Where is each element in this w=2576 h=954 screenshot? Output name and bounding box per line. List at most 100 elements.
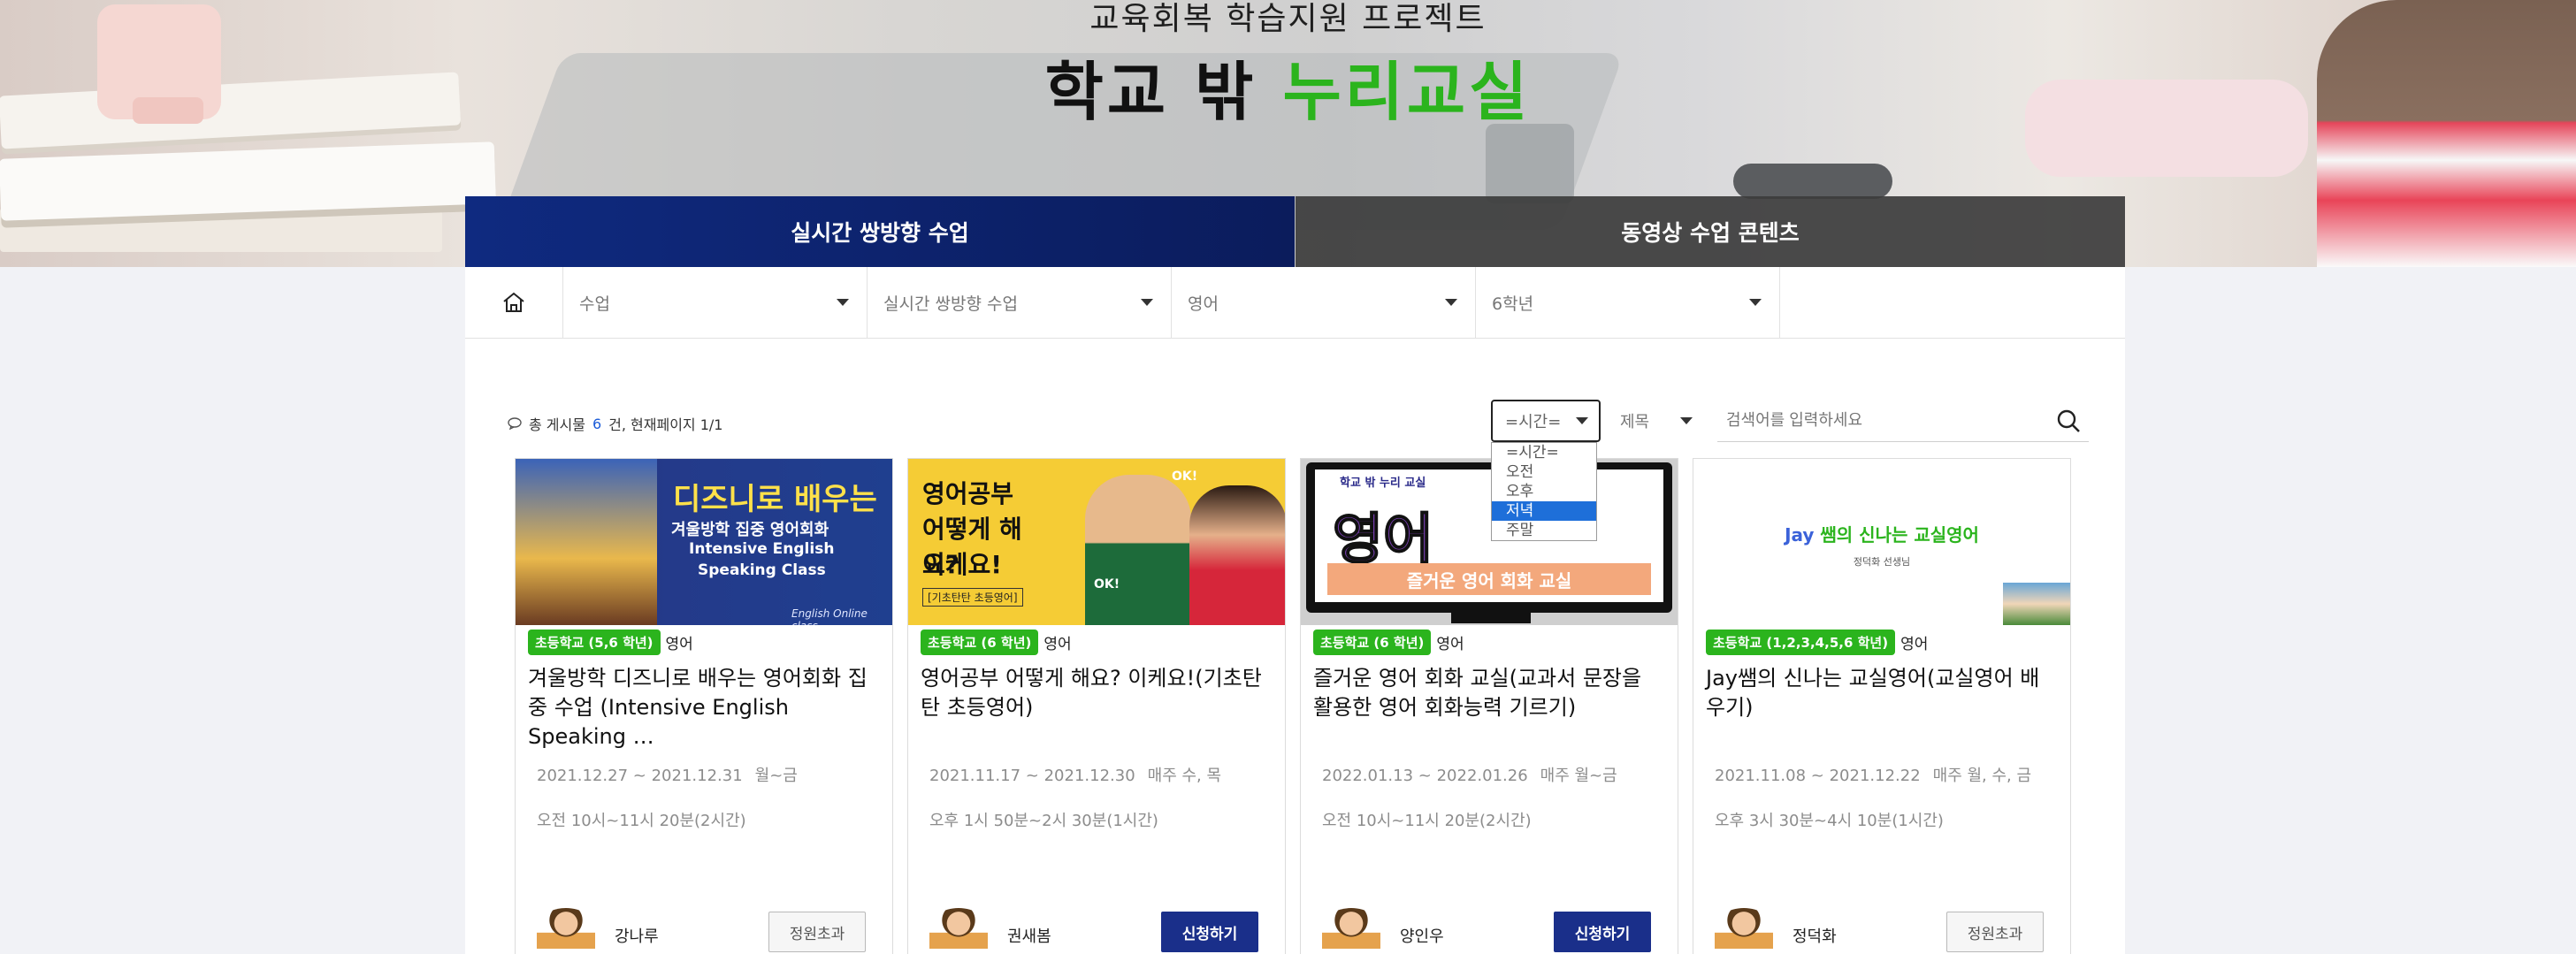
content-panel: 수업 실시간 쌍방향 수업 영어 6학년 총 게시물 6 건, 현재페이지 1/… <box>465 267 2125 954</box>
subject-label: 영어 <box>1436 636 1464 653</box>
thumb-text: Intensive English <box>689 540 835 558</box>
subject-label: 영어 <box>665 636 693 653</box>
dropdown-option[interactable]: =시간= <box>1492 443 1596 462</box>
teacher-avatar <box>1715 908 1773 949</box>
breadcrumb-select-grade[interactable]: 6학년 <box>1476 267 1780 338</box>
select-value: 영어 <box>1188 294 1219 314</box>
thumb-title: Jay 쌤의 신나는 교실영어 <box>1693 521 2070 546</box>
caret-down-icon <box>1680 417 1693 424</box>
class-thumbnail[interactable]: 학교 밖 누리 교실 영어 즐거운 영어 회화 교실 <box>1301 459 1678 625</box>
subject-label: 영어 <box>1043 636 1072 653</box>
tab-live-class[interactable]: 실시간 쌍방향 수업 <box>465 196 1295 267</box>
teacher-name: 강나루 <box>615 927 659 946</box>
class-period: 2022.01.13 ~ 2022.01.26 매주 월~금 <box>1322 763 1617 786</box>
grade-badge: 초등학교 (1,2,3,4,5,6 학년) <box>1706 630 1896 655</box>
thumb-text: English Online class <box>791 607 868 625</box>
hero-mouse-image <box>1733 164 1892 199</box>
period-days: 월~금 <box>754 767 798 785</box>
teacher-avatar <box>929 908 988 949</box>
thumb-text: [기초탄탄 초등영어] <box>922 588 1023 607</box>
grade-badge: 초등학교 (5,6 학년) <box>528 630 661 655</box>
full-capacity-button[interactable]: 정원초과 <box>1946 912 2044 952</box>
class-thumbnail[interactable]: 영어공부 어떻게 해요? 이케요! [기초탄탄 초등영어] OK! OK! <box>908 459 1285 625</box>
dropdown-option[interactable]: 오전 <box>1492 462 1596 482</box>
hero-title: 학교 밖 누리교실 <box>0 55 2576 129</box>
period-dates: 2021.12.27 ~ 2021.12.31 <box>537 767 743 785</box>
search-box <box>1717 400 2089 442</box>
thumb-text: 신나는 교실영어 <box>1859 524 1979 546</box>
caret-down-icon <box>1141 299 1153 306</box>
class-period: 2021.11.17 ~ 2021.12.30 매주 수, 목 <box>929 763 1221 786</box>
select-value: 제목 <box>1620 413 1650 431</box>
time-filter-select[interactable]: =시간= <box>1491 400 1601 442</box>
dropdown-option[interactable]: 주말 <box>1492 521 1596 540</box>
count-number: 6 <box>592 415 602 432</box>
thumb-text: 이케요! <box>922 550 1003 579</box>
period-days: 매주 월, 수, 금 <box>1932 767 2032 785</box>
thumb-text: 학교 밖 누리 교실 <box>1340 477 1426 490</box>
thumb-text: 겨울방학 집중 영어회화 <box>671 521 829 539</box>
breadcrumb-select-category[interactable]: 수업 <box>563 267 868 338</box>
class-card[interactable]: 디즈니로 배우는 겨울방학 집중 영어회화 Intensive English … <box>515 458 893 954</box>
count-suffix: 건, 현재페이지 1/1 <box>608 416 723 433</box>
class-hours: 오전 10시~11시 20분(2시간) <box>537 812 746 830</box>
class-thumbnail[interactable]: 디즈니로 배우는 겨울방학 집중 영어회화 Intensive English … <box>516 459 892 625</box>
apply-button[interactable]: 신청하기 <box>1161 912 1258 952</box>
hero-child-image <box>2317 0 2576 267</box>
caret-down-icon <box>1576 417 1588 424</box>
time-filter-dropdown: =시간= 오전 오후 저녁 주말 <box>1491 442 1597 541</box>
class-hours: 오후 1시 50분~2시 30분(1시간) <box>929 812 1158 830</box>
boy-illustration <box>1085 475 1191 625</box>
grade-badge: 초등학교 (6 학년) <box>1313 630 1432 655</box>
thumb-text: Speaking Class <box>698 561 826 579</box>
class-card[interactable]: 영어공부 어떻게 해요? 이케요! [기초탄탄 초등영어] OK! OK! 초등… <box>907 458 1286 954</box>
search-input[interactable] <box>1726 411 2045 430</box>
hero-title-green: 누리교실 <box>1282 55 1532 129</box>
class-title[interactable]: 즐거운 영어 회화 교실(교과서 문장을 활용한 영어 회화능력 기르기) <box>1313 664 1665 722</box>
dropdown-option-highlighted[interactable]: 저녁 <box>1492 501 1596 521</box>
home-button[interactable] <box>465 267 563 338</box>
card-tags: 초등학교 (6 학년) 영어 <box>921 630 1072 655</box>
tab-video-content[interactable]: 동영상 수업 콘텐츠 <box>1296 196 2125 267</box>
caret-down-icon <box>1749 299 1762 306</box>
monitor-stand <box>1451 613 1531 623</box>
class-period: 2021.12.27 ~ 2021.12.31 월~금 <box>537 763 798 786</box>
breadcrumb-select-subject[interactable]: 영어 <box>1172 267 1476 338</box>
select-value: 수업 <box>579 294 610 314</box>
class-title[interactable]: 영어공부 어떻게 해요? 이케요!(기초탄탄 초등영어) <box>921 664 1273 722</box>
movie-poster-image <box>516 459 657 625</box>
class-title[interactable]: Jay쌤의 신나는 교실영어(교실영어 배우기) <box>1706 664 2058 722</box>
thumb-text: Jay <box>1785 524 1815 546</box>
class-title[interactable]: 겨울방학 디즈니로 배우는 영어회화 집중 수업 (Intensive Engl… <box>528 664 880 752</box>
breadcrumb-select-type[interactable]: 실시간 쌍방향 수업 <box>868 267 1172 338</box>
home-icon <box>503 292 524 312</box>
class-thumbnail[interactable]: Jay 쌤의 신나는 교실영어 정덕화 선생님 <box>1693 459 2070 625</box>
card-tags: 초등학교 (6 학년) 영어 <box>1313 630 1464 655</box>
full-capacity-button[interactable]: 정원초과 <box>768 912 866 952</box>
thumb-text: OK! <box>1094 577 1120 591</box>
period-days: 매주 월~금 <box>1540 767 1617 785</box>
breadcrumb: 수업 실시간 쌍방향 수업 영어 6학년 <box>465 267 2125 339</box>
thumb-text: OK! <box>1172 469 1198 484</box>
search-icon[interactable] <box>2055 408 2082 434</box>
class-card[interactable]: 학교 밖 누리 교실 영어 즐거운 영어 회화 교실 초등학교 (6 학년) 영… <box>1300 458 1678 954</box>
tab-label: 실시간 쌍방향 수업 <box>791 220 969 246</box>
thumb-text: 디즈니로 배우는 <box>673 482 877 517</box>
hero-subtitle: 교육회복 학습지원 프로젝트 <box>1089 1 1487 37</box>
girl-illustration <box>1189 485 1285 625</box>
search-field-select[interactable]: 제목 <box>1609 400 1701 442</box>
select-value: 실시간 쌍방향 수업 <box>883 294 1018 314</box>
teacher-avatar <box>537 908 595 949</box>
list-count: 총 게시물 6 건, 현재페이지 1/1 <box>508 413 722 434</box>
class-hours: 오후 3시 30분~4시 10분(1시간) <box>1715 812 1944 830</box>
apply-button[interactable]: 신청하기 <box>1554 912 1651 952</box>
teacher-name: 양인우 <box>1400 927 1444 946</box>
subject-label: 영어 <box>1900 636 1929 653</box>
class-period: 2021.11.08 ~ 2021.12.22 매주 월, 수, 금 <box>1715 763 2031 786</box>
card-tags: 초등학교 (1,2,3,4,5,6 학년) 영어 <box>1706 630 1928 655</box>
dropdown-option[interactable]: 오후 <box>1492 482 1596 501</box>
period-dates: 2022.01.13 ~ 2022.01.26 <box>1322 767 1528 785</box>
class-card[interactable]: Jay 쌤의 신나는 교실영어 정덕화 선생님 초등학교 (1,2,3,4,5,… <box>1693 458 2071 954</box>
hero-title-black: 학교 밖 <box>1044 55 1257 129</box>
period-days: 매주 수, 목 <box>1147 767 1222 785</box>
